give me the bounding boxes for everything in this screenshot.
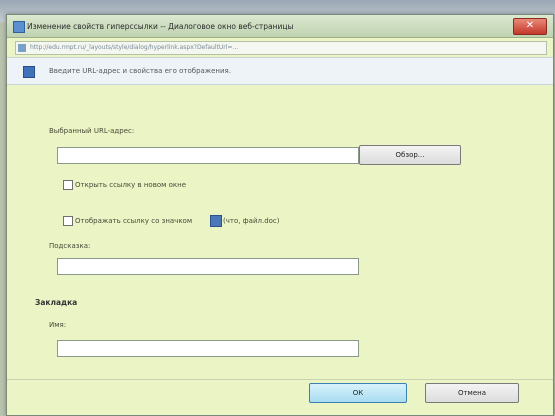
dialog-title: Изменение свойств гиперссылки -- Диалого… (27, 22, 294, 31)
tooltip-label: Подсказка: (49, 242, 91, 250)
browse-button[interactable]: Обзор... (359, 145, 461, 165)
name-input[interactable] (57, 340, 359, 357)
dialog-icon (13, 21, 25, 33)
show-icon-label: Отображать ссылку со значком (75, 217, 193, 225)
bookmark-section-title: Закладка (35, 298, 78, 307)
title-bar: Изменение свойств гиперссылки -- Диалого… (7, 15, 553, 38)
ok-button[interactable]: ОК (309, 383, 407, 403)
show-icon-checkbox[interactable] (63, 216, 73, 226)
page-icon (18, 44, 26, 52)
name-label: Имя: (49, 321, 67, 329)
footer-divider (7, 379, 553, 380)
new-window-label: Открыть ссылку в новом окне (75, 181, 187, 189)
address-bar: http://edu.rmpt.ru/_layouts/style/dialog… (15, 41, 547, 55)
hyperlink-dialog: Изменение свойств гиперссылки -- Диалого… (6, 14, 554, 416)
close-button[interactable]: ✕ (513, 18, 547, 35)
info-text: Введите URL-адрес и свойства его отображ… (49, 67, 231, 75)
info-icon (23, 66, 35, 78)
tooltip-input[interactable] (57, 258, 359, 275)
icon-hint: (что, файл.doc) (223, 217, 280, 225)
info-bar: Введите URL-адрес и свойства его отображ… (7, 57, 553, 85)
document-icon (210, 215, 222, 227)
new-window-checkbox[interactable] (63, 180, 73, 190)
url-input[interactable] (57, 147, 359, 164)
url-label: Выбранный URL-адрес: (49, 127, 135, 135)
address-text: http://edu.rmpt.ru/_layouts/style/dialog… (30, 44, 239, 51)
cancel-button[interactable]: Отмена (425, 383, 519, 403)
